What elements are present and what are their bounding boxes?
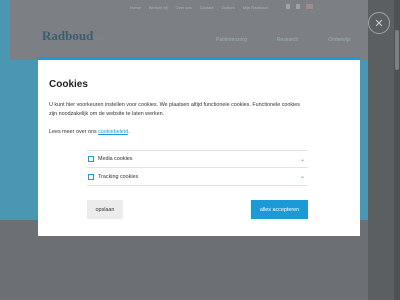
user-icon[interactable] <box>296 4 300 9</box>
cookie-option-label: Tracking cookies <box>98 173 139 180</box>
top-links: Home Werken bij Over ons Contact Zoeken … <box>130 5 268 10</box>
top-link[interactable]: Mijn Radboud <box>243 5 268 10</box>
flag-icon[interactable] <box>306 4 313 9</box>
cookie-option-label: Media cookies <box>98 156 133 162</box>
site-logo[interactable]: Radboud umc <box>42 28 105 44</box>
save-button[interactable]: opslaan <box>87 200 123 219</box>
top-link[interactable]: Over ons <box>176 5 192 10</box>
main-navigation: Patiëntenzorg Research Onderwijs <box>216 37 351 43</box>
top-link[interactable]: Home <box>130 5 141 10</box>
dialog-intro-text: U kunt hier voorkeuren instellen voor co… <box>49 102 301 117</box>
close-icon[interactable]: ✕ <box>368 12 390 34</box>
nav-item[interactable]: Research <box>277 37 298 43</box>
dialog-accent-bar <box>38 57 360 60</box>
cookie-policy-link[interactable]: cookiebeleid <box>98 129 128 135</box>
accessibility-icon[interactable] <box>286 4 290 9</box>
cookie-option-media[interactable]: Media cookies ⌄ <box>87 150 308 168</box>
nav-item[interactable]: Patiëntenzorg <box>216 37 247 43</box>
cookie-policy-line: Lees meer over ons cookiebeleid. <box>49 129 130 135</box>
nav-item[interactable]: Onderwijs <box>328 37 350 43</box>
scrollbar-thumb[interactable] <box>395 30 399 70</box>
top-link[interactable]: Contact <box>200 5 214 10</box>
chevron-down-icon[interactable]: ⌄ <box>300 173 305 180</box>
top-link[interactable]: Zoeken <box>222 5 235 10</box>
media-cookies-checkbox[interactable] <box>88 156 94 162</box>
cookie-option-tracking[interactable]: Tracking cookies ⌄ <box>87 168 308 186</box>
dialog-title: Cookies <box>49 79 88 90</box>
language-switcher[interactable] <box>286 4 313 9</box>
top-link[interactable]: Werken bij <box>149 5 168 10</box>
accept-all-button[interactable]: alles accepteren <box>251 200 308 219</box>
chevron-down-icon[interactable]: ⌄ <box>300 156 305 163</box>
tracking-cookies-checkbox[interactable] <box>88 173 94 180</box>
